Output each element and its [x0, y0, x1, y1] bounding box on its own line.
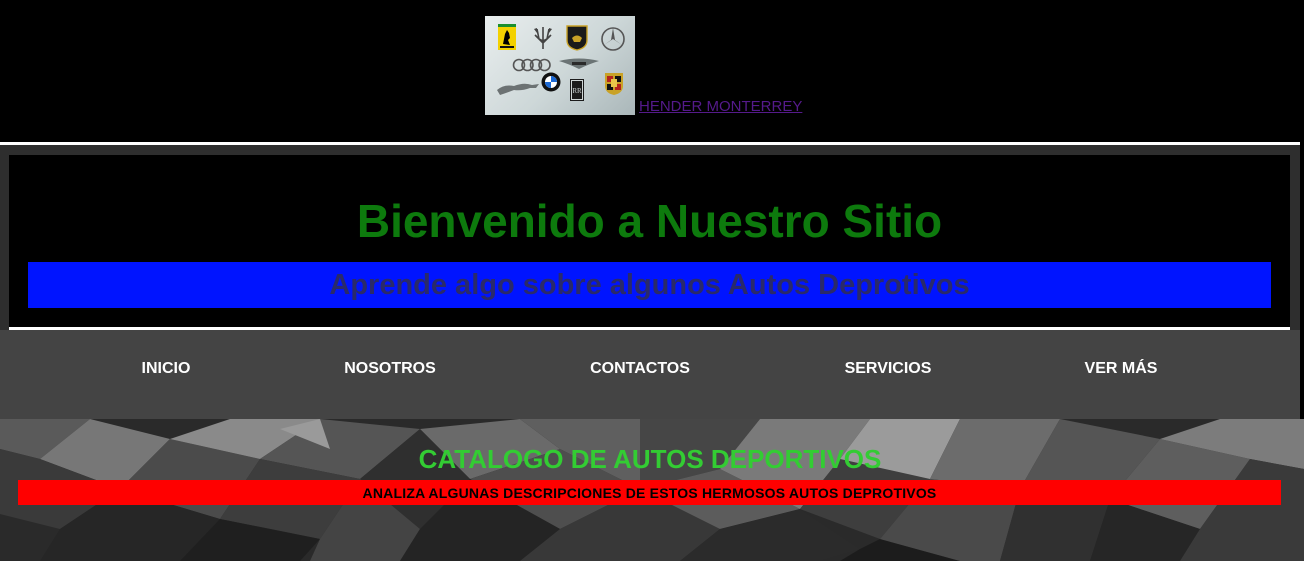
nav-item-ver-mas[interactable]: VER MÁS	[1085, 360, 1158, 378]
header-inner: Bienvenido a Nuestro Sitio Aprende algo …	[9, 155, 1290, 329]
catalog-title: CATALOGO DE AUTOS DEPORTIVOS	[418, 444, 882, 474]
mercedes-icon	[600, 26, 626, 52]
catalog-subtitle: ANALIZA ALGUNAS DESCRIPCIONES DE ESTOS H…	[362, 484, 937, 501]
site-name-link-text[interactable]: HENDER MONTERREY	[639, 98, 802, 115]
page-title: Bienvenido a Nuestro Sitio	[356, 195, 943, 247]
jaguar-icon	[496, 80, 540, 96]
bmw-icon	[541, 72, 561, 92]
page-subtitle: Aprende algo sobre algunos Autos Deproti…	[329, 268, 970, 301]
car-brands-logo-collage: RR	[485, 16, 635, 115]
catalog-subtitle-banner: ANALIZA ALGUNAS DESCRIPCIONES DE ESTOS H…	[18, 480, 1281, 505]
rolls-royce-icon: RR	[569, 78, 585, 102]
subtitle-banner: Aprende algo sobre algunos Autos Deproti…	[28, 262, 1271, 308]
nav-item-nosotros[interactable]: NOSOTROS	[344, 360, 436, 378]
porsche-icon	[604, 72, 624, 96]
nav-item-inicio[interactable]: INICIO	[142, 360, 191, 378]
lamborghini-icon	[566, 25, 588, 51]
main-nav: INICIO NOSOTROS CONTACTOS SERVICIOS VER …	[0, 330, 1300, 419]
maserati-icon	[532, 25, 554, 51]
audi-icon	[512, 58, 552, 72]
nav-item-contactos[interactable]: CONTACTOS	[590, 360, 690, 378]
header: Bienvenido a Nuestro Sitio Aprende algo …	[0, 145, 1300, 330]
svg-text:RR: RR	[572, 87, 582, 95]
home-logo-link[interactable]: RR HENDER MONTERREY	[485, 16, 802, 115]
top-bar: RR HENDER MONTERREY	[0, 0, 1304, 142]
ferrari-icon	[498, 24, 516, 50]
nav-item-servicios[interactable]: SERVICIOS	[845, 360, 932, 378]
aston-martin-icon	[559, 58, 599, 72]
catalog-section: CATALOGO DE AUTOS DEPORTIVOS ANALIZA ALG…	[0, 419, 1304, 561]
